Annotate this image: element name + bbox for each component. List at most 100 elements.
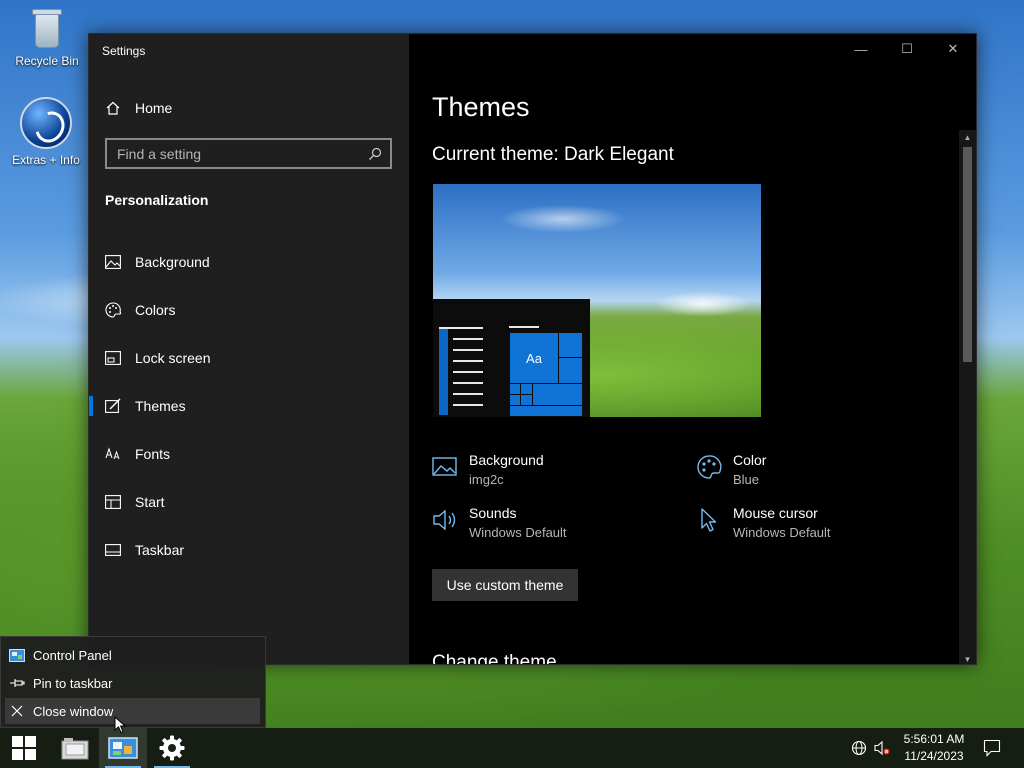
jump-list-close-window[interactable]: Close window bbox=[5, 698, 260, 724]
taskbar-file-explorer[interactable] bbox=[51, 728, 99, 768]
nav-item-fonts[interactable]: Fonts bbox=[89, 430, 409, 478]
theme-property-color[interactable]: Color Blue bbox=[696, 452, 766, 487]
clock-date: 11/24/2023 bbox=[904, 749, 964, 763]
taskbar-control-panel[interactable] bbox=[99, 728, 147, 768]
nav-item-label: Taskbar bbox=[135, 542, 185, 558]
clock-time: 5:56:01 AM bbox=[903, 732, 965, 746]
content-pane: — ☐ ✕ Themes Current theme: Dark Elegant… bbox=[409, 34, 976, 664]
sounds-value: Windows Default bbox=[469, 525, 567, 540]
color-value: Blue bbox=[733, 472, 760, 487]
nav-item-start[interactable]: Start bbox=[89, 478, 409, 526]
current-theme-name: Dark Elegant bbox=[564, 144, 674, 165]
window-controls: — ☐ ✕ bbox=[838, 34, 976, 64]
scroll-up-icon[interactable]: ▲ bbox=[959, 130, 976, 144]
volume-muted-icon[interactable] bbox=[874, 740, 890, 756]
start-button[interactable] bbox=[0, 728, 48, 768]
preview-start-menu: Aa bbox=[433, 299, 590, 417]
scroll-thumb[interactable] bbox=[963, 147, 972, 362]
theme-property-background[interactable]: Background img2c bbox=[432, 452, 544, 487]
maximize-icon: ☐ bbox=[901, 41, 913, 56]
window-title: Settings bbox=[102, 44, 146, 58]
search-icon[interactable] bbox=[368, 147, 382, 161]
preview-tile: Aa bbox=[509, 332, 559, 384]
desktop-icon-recycle-bin[interactable]: Recycle Bin bbox=[3, 6, 91, 68]
minimize-button[interactable]: — bbox=[838, 34, 884, 64]
maximize-button[interactable]: ☐ bbox=[884, 34, 930, 64]
jump-list-label: Pin to taskbar bbox=[33, 675, 113, 691]
background-icon bbox=[432, 457, 457, 476]
nav-item-label: Fonts bbox=[135, 446, 171, 462]
mouse-cursor-icon bbox=[701, 508, 717, 532]
nav-item-themes[interactable]: Themes bbox=[89, 382, 409, 430]
jump-list-pin-to-taskbar[interactable]: Pin to taskbar bbox=[5, 670, 260, 696]
nav-list: Background Colors Lock screen Themes Fon… bbox=[89, 238, 409, 574]
pin-icon bbox=[9, 676, 25, 690]
section-title: Personalization bbox=[105, 192, 209, 208]
desktop-icon-label: Recycle Bin bbox=[15, 54, 79, 68]
desktop-icon-extras-info[interactable]: Extras + Info bbox=[2, 97, 90, 167]
home-icon bbox=[106, 101, 120, 115]
nav-item-background[interactable]: Background bbox=[89, 238, 409, 286]
notifications-icon[interactable] bbox=[983, 739, 1001, 757]
nav-item-label: Themes bbox=[135, 398, 186, 414]
desktop-icon-label: Extras + Info bbox=[12, 153, 80, 167]
speaker-icon bbox=[433, 509, 456, 531]
taskbar-jump-list: Control Panel Pin to taskbar Close windo… bbox=[0, 636, 266, 728]
scroll-down-icon[interactable]: ▼ bbox=[959, 652, 976, 664]
navigation-pane: Settings Home Personalization Background bbox=[89, 34, 409, 664]
change-theme-heading: Change theme bbox=[432, 652, 557, 664]
jump-list-label: Close window bbox=[33, 703, 114, 719]
jump-list-control-panel[interactable]: Control Panel bbox=[5, 642, 260, 668]
use-custom-theme-button[interactable]: Use custom theme bbox=[432, 569, 578, 601]
nav-item-label: Lock screen bbox=[135, 350, 211, 366]
fonts-icon bbox=[105, 446, 121, 462]
mouse-cursor-value: Windows Default bbox=[733, 525, 831, 540]
file-explorer-icon bbox=[61, 738, 89, 760]
background-label: Background bbox=[469, 452, 544, 468]
search-input[interactable] bbox=[117, 145, 368, 162]
nav-item-colors[interactable]: Colors bbox=[89, 286, 409, 334]
nav-item-lock-screen[interactable]: Lock screen bbox=[89, 334, 409, 382]
jump-list-label: Control Panel bbox=[33, 647, 112, 663]
control-panel-icon bbox=[108, 737, 138, 759]
gear-icon bbox=[159, 735, 185, 761]
colors-icon bbox=[105, 302, 121, 318]
close-icon: ✕ bbox=[947, 41, 959, 56]
current-theme-label: Current theme: bbox=[432, 144, 559, 165]
control-panel-icon bbox=[9, 648, 25, 662]
color-palette-icon bbox=[697, 455, 722, 479]
close-icon bbox=[9, 704, 25, 718]
nav-item-taskbar[interactable]: Taskbar bbox=[89, 526, 409, 574]
nav-item-label: Start bbox=[135, 494, 165, 510]
taskbar-settings[interactable] bbox=[148, 728, 196, 768]
windows-logo-icon bbox=[12, 736, 36, 760]
globe-network-icon[interactable] bbox=[851, 740, 867, 756]
mouse-cursor-label: Mouse cursor bbox=[733, 505, 818, 521]
system-clock[interactable]: 5:56:01 AM 11/24/2023 bbox=[900, 731, 968, 765]
close-button[interactable]: ✕ bbox=[930, 34, 976, 64]
current-theme-heading: Current theme: Dark Elegant bbox=[432, 144, 674, 166]
theme-property-mouse-cursor[interactable]: Mouse cursor Windows Default bbox=[696, 505, 831, 540]
themes-icon bbox=[105, 398, 121, 414]
settings-window: Settings Home Personalization Background bbox=[88, 33, 977, 665]
nav-home-label: Home bbox=[135, 100, 173, 116]
theme-property-sounds[interactable]: Sounds Windows Default bbox=[432, 505, 567, 540]
theme-preview: Aa bbox=[433, 184, 761, 417]
extras-info-icon bbox=[20, 97, 72, 149]
nav-item-label: Background bbox=[135, 254, 210, 270]
minimize-icon: — bbox=[854, 41, 868, 57]
search-box[interactable] bbox=[105, 138, 392, 169]
background-value: img2c bbox=[469, 472, 504, 487]
lock-screen-icon bbox=[105, 350, 121, 366]
nav-home[interactable]: Home bbox=[105, 98, 172, 118]
taskbar-icon bbox=[105, 542, 121, 558]
page-title: Themes bbox=[432, 92, 530, 122]
nav-item-label: Colors bbox=[135, 302, 176, 318]
color-label: Color bbox=[733, 452, 767, 468]
scrollbar[interactable]: ▲ ▼ bbox=[959, 130, 976, 664]
recycle-bin-icon bbox=[30, 6, 64, 50]
taskbar: 5:56:01 AM 11/24/2023 bbox=[0, 728, 1024, 768]
mouse-pointer-icon bbox=[114, 716, 126, 734]
background-icon bbox=[105, 254, 121, 270]
sounds-label: Sounds bbox=[469, 505, 517, 521]
